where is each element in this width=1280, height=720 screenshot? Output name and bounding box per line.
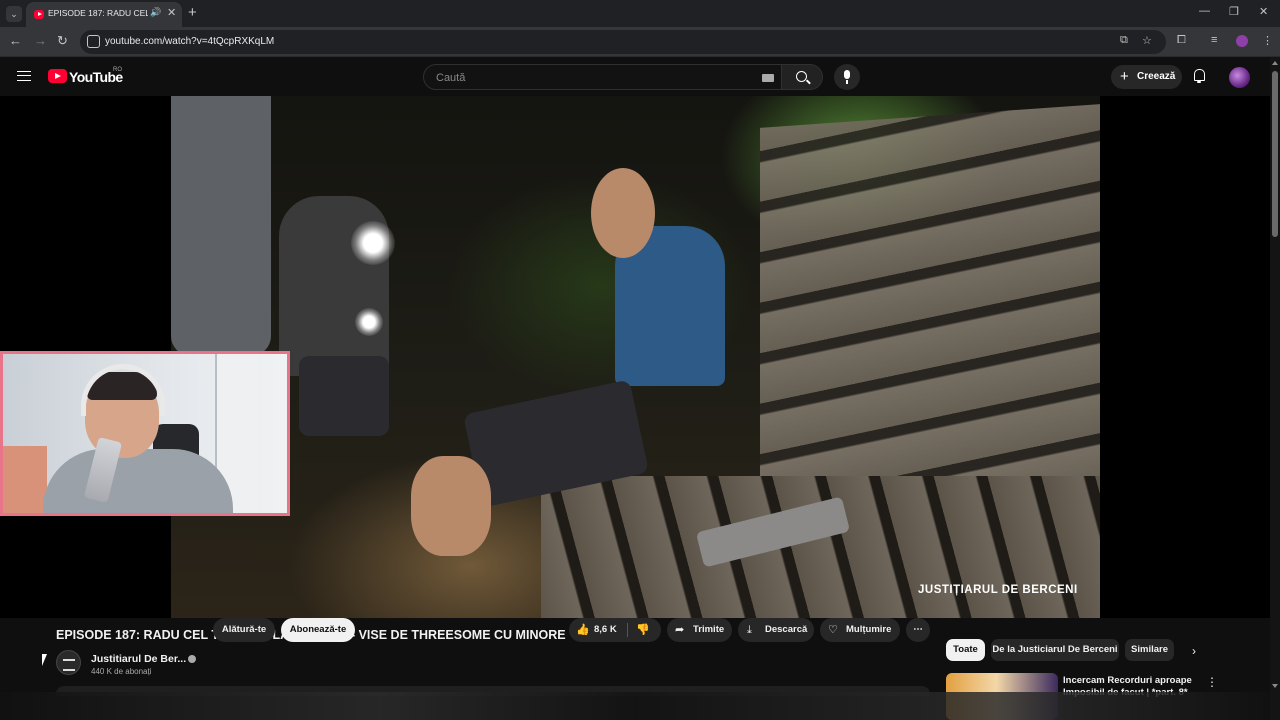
scroll-down-arrow-icon[interactable]	[1272, 684, 1278, 688]
thumbs-down-icon[interactable]: 👎	[636, 618, 650, 642]
scroll-thumb[interactable]	[1272, 71, 1278, 237]
close-icon[interactable]: ✕	[167, 6, 176, 19]
browser-toolbar: ← → ↻ youtube.com/watch?v=4tQcpRXKqLM ⧉ …	[0, 27, 1280, 57]
super-thanks-icon: ♡	[828, 624, 838, 636]
share-label: Trimite	[693, 624, 725, 635]
bookmark-star-icon[interactable]: ☆	[1142, 34, 1152, 47]
facecam-bed	[3, 446, 47, 513]
hamburger-menu-icon[interactable]	[17, 71, 31, 81]
chip-from-channel[interactable]: De la Justiciarul De Berceni	[991, 639, 1119, 661]
video-player[interactable]: JUSTIȚIARUL DE BERCENI	[0, 96, 1270, 618]
download-label: Descarcă	[765, 624, 808, 635]
scroll-up-arrow-icon[interactable]	[1272, 61, 1278, 65]
chip-all[interactable]: Toate	[946, 639, 985, 661]
subscriber-count: 440 K de abonați	[91, 667, 152, 676]
verified-badge-icon	[188, 655, 196, 663]
forward-icon[interactable]: →	[34, 33, 47, 48]
seated-man-leg	[411, 456, 491, 556]
download-icon: ⤓	[747, 624, 752, 636]
browser-tab-strip: ⌄ EPISODE 187: RADU CEL TIMID SI 🔊 ✕ + —…	[0, 0, 1280, 27]
subscribe-button[interactable]: Abonează-te	[281, 618, 355, 642]
download-button[interactable]: ⤓ Descarcă	[738, 618, 814, 642]
chip-related[interactable]: Similare	[1125, 639, 1174, 661]
create-button[interactable]: + Creează	[1111, 65, 1182, 89]
new-tab-icon[interactable]: +	[188, 4, 197, 21]
keyboard-icon[interactable]	[762, 74, 774, 82]
bench-seat	[541, 476, 1100, 618]
like-count[interactable]: 8,6 K	[594, 618, 617, 642]
thanks-button[interactable]: ♡ Mulțumire	[820, 618, 900, 642]
window-close-icon[interactable]: ✕	[1259, 5, 1268, 18]
account-avatar[interactable]	[1229, 67, 1250, 88]
mouse-cursor-icon	[42, 654, 47, 666]
speaker-icon[interactable]: 🔊	[150, 7, 161, 18]
recommendation-menu-icon[interactable]: ⋮	[1206, 675, 1218, 689]
chevron-right-icon[interactable]: ›	[1192, 644, 1196, 658]
search-box	[423, 64, 782, 90]
left-person	[171, 96, 271, 356]
thanks-label: Mulțumire	[846, 624, 892, 635]
plus-icon: +	[1120, 68, 1129, 85]
like-divider	[627, 623, 628, 637]
share-arrow-icon: ➦	[675, 624, 685, 636]
tab-title: EPISODE 187: RADU CEL TIMID SI	[48, 8, 148, 18]
video-watermark: JUSTIȚIARUL DE BERCENI	[918, 584, 1078, 596]
site-info-icon[interactable]	[87, 35, 100, 48]
youtube-favicon	[34, 10, 44, 19]
create-label: Creează	[1137, 71, 1176, 82]
minimize-icon[interactable]: —	[1199, 5, 1210, 17]
restore-icon[interactable]: ❐	[1229, 5, 1239, 18]
facecam-edge-glow	[287, 354, 290, 513]
bottom-overlay-strip	[0, 692, 1270, 720]
seated-man-head	[591, 168, 655, 258]
reload-icon[interactable]: ↻	[57, 33, 68, 49]
country-code: RO	[113, 67, 122, 73]
channel-avatar[interactable]	[56, 650, 81, 675]
media-icon[interactable]: ≡	[1211, 34, 1217, 46]
facecam-overlay	[0, 351, 290, 516]
microphone-icon[interactable]	[834, 64, 860, 90]
thumbs-up-icon[interactable]: 👍	[576, 618, 590, 642]
like-dislike-group: 👍 8,6 K 👎	[569, 618, 661, 642]
url-text[interactable]: youtube.com/watch?v=4tQcpRXKqLM	[105, 36, 274, 47]
install-icon[interactable]: ⧉	[1120, 34, 1128, 47]
more-actions-button[interactable]: ⋯	[906, 618, 930, 642]
flashlight-glow	[355, 308, 383, 336]
back-icon[interactable]: ←	[9, 33, 22, 48]
streamer-body	[43, 449, 233, 513]
tab-search-icon[interactable]: ⌄	[6, 6, 22, 22]
youtube-header: YouTube RO + Creează	[0, 57, 1270, 96]
walking-person-shorts	[299, 356, 389, 436]
profile-icon[interactable]	[1236, 35, 1248, 47]
search-button[interactable]	[782, 64, 823, 90]
extensions-icon[interactable]: ⧠	[1177, 34, 1186, 47]
video-frame	[171, 96, 1100, 618]
share-button[interactable]: ➦ Trimite	[667, 618, 732, 642]
browser-tab[interactable]: EPISODE 187: RADU CEL TIMID SI 🔊 ✕	[26, 2, 182, 27]
channel-name[interactable]: Justitiarul De Ber...	[91, 653, 186, 665]
page-scrollbar[interactable]	[1270, 57, 1280, 720]
join-button[interactable]: Alătură-te	[213, 618, 275, 642]
youtube-logo-icon[interactable]	[48, 69, 67, 83]
address-bar[interactable]: youtube.com/watch?v=4tQcpRXKqLM ⧉ ☆	[80, 30, 1166, 54]
notifications-bell-icon[interactable]	[1193, 69, 1206, 83]
kebab-menu-icon[interactable]: ⋮	[1262, 34, 1273, 47]
search-input[interactable]	[436, 70, 736, 85]
flashlight-glow	[351, 221, 395, 265]
